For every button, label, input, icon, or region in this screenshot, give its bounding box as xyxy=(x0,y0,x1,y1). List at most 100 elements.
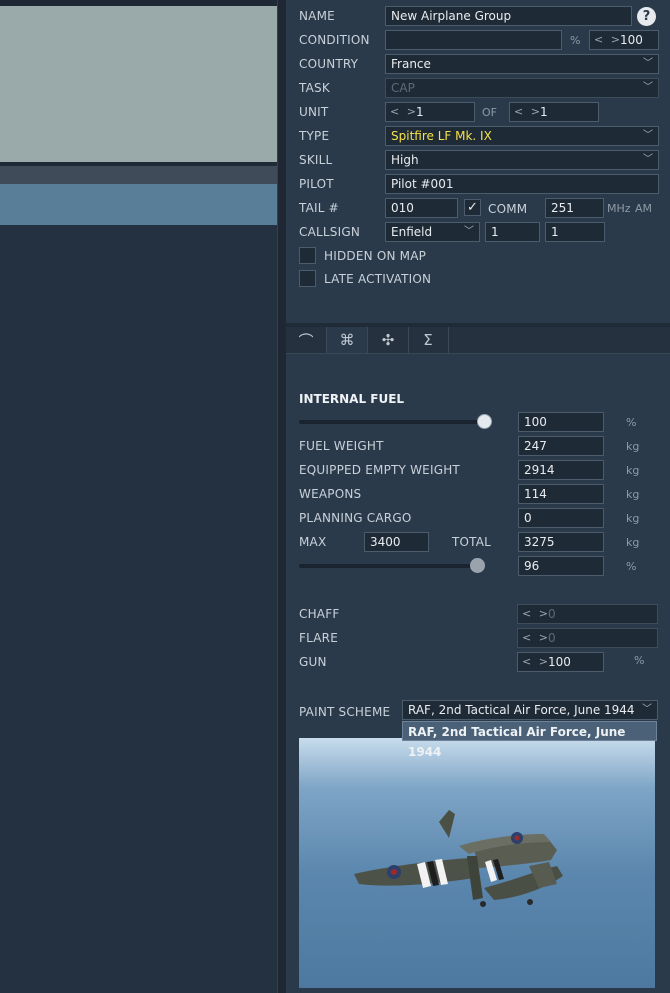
stepper-arrows-icon[interactable]: < > xyxy=(522,653,550,671)
gun-label: GUN xyxy=(299,655,327,669)
internal-fuel-header: INTERNAL FUEL xyxy=(299,392,405,406)
chevron-down-icon: ﹀ xyxy=(464,226,474,237)
total-percent-value: 96 xyxy=(518,556,604,576)
weapons-label: WEAPONS xyxy=(299,487,362,501)
gun-percent-unit: % xyxy=(634,654,645,667)
chevron-down-icon: ﹀ xyxy=(642,704,652,715)
comm-checkbox[interactable]: ✓ xyxy=(464,199,481,216)
kg-unit: kg xyxy=(626,464,640,477)
task-select[interactable]: CAP ﹀ xyxy=(385,78,659,98)
paint-scheme-dropdown-option[interactable]: RAF, 2nd Tactical Air Force, June 1944 xyxy=(402,721,657,759)
max-label: MAX xyxy=(299,535,327,549)
summary-icon: Σ xyxy=(423,331,433,349)
country-select[interactable]: France ﹀ xyxy=(385,54,659,74)
fuel-percent-input[interactable]: 100 xyxy=(518,412,604,432)
callsign-number-2[interactable]: 1 xyxy=(545,222,605,242)
total-label: TOTAL xyxy=(452,535,492,549)
name-input[interactable]: New Airplane Group xyxy=(385,6,632,26)
stepper-arrows-icon[interactable]: < > xyxy=(594,31,622,49)
of-label: OF xyxy=(482,106,497,119)
tail-label: TAIL # xyxy=(299,201,339,215)
route-icon: ⌒ xyxy=(298,331,314,350)
planning-cargo-label: PLANNING CARGO xyxy=(299,511,412,525)
task-label: TASK xyxy=(299,81,330,95)
unit-label: UNIT xyxy=(299,105,329,119)
total-weight-slider-track xyxy=(299,564,484,568)
flare-stepper[interactable]: < > 0 xyxy=(517,628,658,648)
callsign-select[interactable]: Enfield ﹀ xyxy=(385,222,480,242)
am-label[interactable]: AM xyxy=(635,202,652,215)
left-selected-row[interactable] xyxy=(0,184,277,225)
paint-scheme-label: PAINT SCHEME xyxy=(299,705,391,719)
chaff-label: CHAFF xyxy=(299,607,340,621)
fuel-weight-label: FUEL WEIGHT xyxy=(299,439,384,453)
total-percent-unit: % xyxy=(626,560,637,573)
empty-weight-value: 2914 xyxy=(518,460,604,480)
left-list-header xyxy=(0,166,277,184)
tab-drone[interactable]: ✣ xyxy=(368,327,409,353)
total-weight-slider-knob xyxy=(469,558,485,573)
drone-icon: ✣ xyxy=(381,331,395,349)
kg-unit: kg xyxy=(626,536,640,549)
fuel-percent-unit: % xyxy=(626,416,637,429)
kg-unit: kg xyxy=(626,512,640,525)
stepper-arrows-icon[interactable]: < > xyxy=(522,605,550,623)
tab-route[interactable]: ⌒ xyxy=(286,327,327,353)
stepper-arrows-icon[interactable]: < > xyxy=(522,629,550,647)
type-select[interactable]: Spitfire LF Mk. IX ﹀ xyxy=(385,126,659,146)
tab-payload[interactable]: ⌘ xyxy=(327,327,368,353)
paint-scheme-select[interactable]: RAF, 2nd Tactical Air Force, June 1944 ﹀ xyxy=(402,700,658,720)
late-activation-checkbox[interactable] xyxy=(299,270,316,287)
name-label: NAME xyxy=(299,9,335,23)
pilot-label: PILOT xyxy=(299,177,334,191)
panel-tabs: ⌒ ⌘ ✣ Σ xyxy=(286,327,670,354)
comm-frequency-input[interactable]: 251 xyxy=(545,198,604,218)
chevron-down-icon: ﹀ xyxy=(643,82,653,93)
callsign-label: CALLSIGN xyxy=(299,225,360,239)
help-icon[interactable]: ? xyxy=(637,7,656,26)
of-stepper[interactable]: < > 1 xyxy=(509,102,599,122)
unit-stepper[interactable]: < > 1 xyxy=(385,102,475,122)
planning-cargo-input[interactable]: 0 xyxy=(518,508,604,528)
tab-summary[interactable]: Σ xyxy=(408,327,449,353)
comm-label: COMM xyxy=(488,202,528,216)
stepper-arrows-icon[interactable]: < > xyxy=(390,103,418,121)
max-weight-value: 3400 xyxy=(364,532,429,552)
mhz-label: MHz xyxy=(607,202,631,215)
chevron-down-icon: ﹀ xyxy=(643,154,653,165)
weapons-weight-value: 114 xyxy=(518,484,604,504)
aircraft-shape xyxy=(354,810,563,907)
chaff-stepper[interactable]: < > 0 xyxy=(517,604,658,624)
fuel-weight-input[interactable]: 247 xyxy=(518,436,604,456)
hidden-on-map-label: HIDDEN ON MAP xyxy=(324,249,427,263)
stepper-arrows-icon[interactable]: < > xyxy=(514,103,542,121)
callsign-number-1[interactable]: 1 xyxy=(485,222,540,242)
payload-icon: ⌘ xyxy=(339,331,355,349)
chevron-down-icon: ﹀ xyxy=(643,130,653,141)
flare-label: FLARE xyxy=(299,631,338,645)
empty-weight-label: EQUIPPED EMPTY WEIGHT xyxy=(299,463,460,477)
tail-input[interactable]: 010 xyxy=(385,198,458,218)
type-label: TYPE xyxy=(299,129,330,143)
kg-unit: kg xyxy=(626,488,640,501)
condition-unit: % xyxy=(570,34,581,47)
condition-label: CONDITION xyxy=(299,33,370,47)
skill-select[interactable]: High ﹀ xyxy=(385,150,659,170)
fuel-slider-knob[interactable] xyxy=(477,414,492,429)
fuel-slider-track[interactable] xyxy=(299,420,484,424)
condition-stepper[interactable]: < > 100 xyxy=(589,30,659,50)
hidden-on-map-checkbox[interactable] xyxy=(299,247,316,264)
country-label: COUNTRY xyxy=(299,57,359,71)
condition-input[interactable] xyxy=(385,30,562,50)
pilot-input[interactable]: Pilot #001 xyxy=(385,174,659,194)
skill-label: SKILL xyxy=(299,153,333,167)
total-weight-value: 3275 xyxy=(518,532,604,552)
spitfire-illustration xyxy=(354,810,563,907)
kg-unit: kg xyxy=(626,440,640,453)
aircraft-preview-image xyxy=(299,738,655,988)
left-list-body xyxy=(0,225,277,993)
chevron-down-icon: ﹀ xyxy=(643,58,653,69)
gun-stepper[interactable]: < > 100 xyxy=(517,652,604,672)
left-preview-area xyxy=(0,6,277,162)
late-activation-label: LATE ACTIVATION xyxy=(324,272,432,286)
